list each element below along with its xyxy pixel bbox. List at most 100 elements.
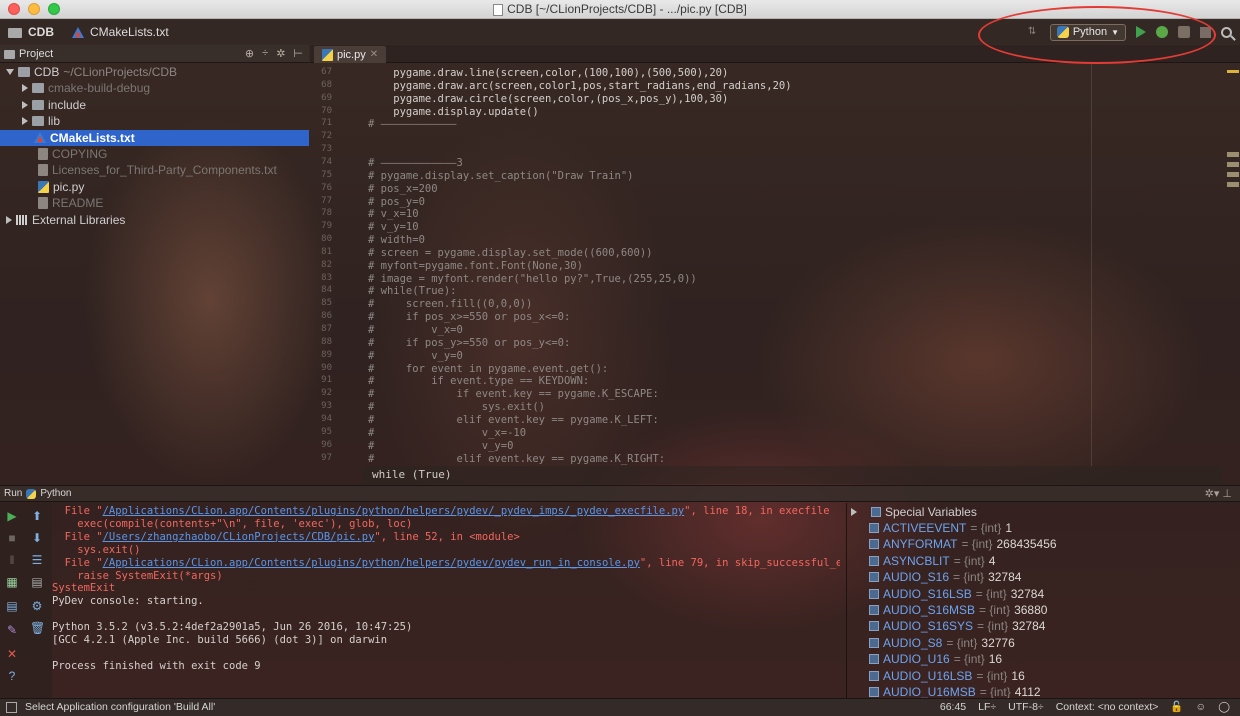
code-line[interactable]: # myfont=pygame.font.Font(None,30): [368, 260, 583, 272]
inspector-icon[interactable]: ☺: [1196, 699, 1207, 716]
error-stripe-mark[interactable]: [1227, 70, 1239, 73]
code-line[interactable]: # v_x=10: [368, 208, 419, 220]
variable-row[interactable]: AUDIO_S16MSB = {int} 36880: [869, 602, 1047, 618]
collapsed-arrow-icon[interactable]: [22, 117, 28, 126]
stop-button[interactable]: [1200, 26, 1211, 38]
caret-position[interactable]: 66:45: [940, 699, 966, 716]
maximize-window-button[interactable]: [48, 3, 60, 15]
build-icon[interactable]: ⇅: [1028, 26, 1040, 38]
lock-icon[interactable]: 🔓: [1170, 699, 1183, 716]
code-line[interactable]: pygame.draw.circle(screen,color,(pos_x,p…: [368, 93, 728, 105]
tree-item[interactable]: cmake-build-debug: [22, 80, 150, 96]
print-icon[interactable]: ▤: [30, 575, 44, 589]
collapsed-arrow-icon[interactable]: [6, 215, 12, 224]
hide-panel-icon[interactable]: ⊢: [293, 47, 303, 60]
pin-icon[interactable]: ✎: [5, 623, 19, 637]
code-line[interactable]: # image = myfont.render("hello py?",True…: [368, 273, 697, 285]
code-line[interactable]: # ————————————: [368, 118, 457, 130]
project-panel-title[interactable]: Project: [19, 48, 53, 60]
code-line[interactable]: # v_y=0: [368, 350, 463, 362]
code-line[interactable]: # sys.exit(): [368, 401, 545, 413]
sync-icon[interactable]: ⊕: [245, 47, 254, 60]
context-selector[interactable]: Context: <no context>: [1056, 699, 1159, 716]
run-configuration-select[interactable]: Python ▼: [1049, 23, 1126, 41]
variable-row[interactable]: AUDIO_U16LSB = {int} 16: [869, 668, 1025, 684]
code-line[interactable]: # pos_y=0: [368, 196, 425, 208]
file-link[interactable]: /Applications/CLion.app/Contents/plugins…: [103, 557, 640, 569]
collapsed-arrow-icon[interactable]: [22, 84, 28, 93]
nav-file[interactable]: CMakeLists.txt: [90, 25, 169, 39]
scroll-up-icon[interactable]: ⬆: [30, 509, 44, 523]
tree-item[interactable]: CDB ~/CLionProjects/CDB: [6, 64, 177, 80]
code-line[interactable]: pygame.draw.arc(screen,color1,pos,start_…: [368, 80, 791, 92]
code-line[interactable]: # for event in pygame.event.get():: [368, 363, 608, 375]
nav-project[interactable]: CDB: [28, 25, 54, 39]
code-line[interactable]: # v_x=0: [368, 324, 463, 336]
code-line[interactable]: # v_y=0: [368, 440, 513, 452]
code-line[interactable]: # v_y=10: [368, 221, 419, 233]
code-line[interactable]: # while(True):: [368, 285, 457, 297]
search-icon[interactable]: [1221, 26, 1232, 38]
variable-row[interactable]: ANYFORMAT = {int} 268435456: [869, 536, 1057, 552]
stop-icon[interactable]: ■: [5, 531, 19, 545]
rerun-icon[interactable]: ▶: [5, 509, 19, 523]
variable-row[interactable]: AUDIO_S16 = {int} 32784: [869, 569, 1021, 585]
variable-row[interactable]: AUDIO_S8 = {int} 32776: [869, 635, 1015, 651]
tree-item[interactable]: COPYING: [22, 146, 107, 162]
file-encoding[interactable]: UTF-8÷: [1008, 699, 1044, 716]
tree-item[interactable]: lib: [22, 113, 60, 129]
settings-icon[interactable]: ⚙: [30, 599, 44, 613]
line-separator[interactable]: LF÷: [978, 699, 996, 716]
trash-icon[interactable]: 🗑: [30, 621, 45, 635]
run-with-coverage-button[interactable]: [1178, 26, 1190, 38]
code-breadcrumb[interactable]: while (True): [362, 466, 1222, 484]
tree-item[interactable]: include: [22, 97, 86, 113]
collapsed-arrow-icon[interactable]: [851, 508, 857, 516]
variable-row[interactable]: ASYNCBLIT = {int} 4: [869, 553, 995, 569]
debug-button[interactable]: [1156, 26, 1168, 38]
close-icon[interactable]: ✕: [5, 647, 19, 661]
gear-icon[interactable]: ✲▾ ⊥: [1205, 487, 1232, 500]
code-line[interactable]: # ————————————3: [368, 157, 463, 169]
pause-icon[interactable]: ‖: [5, 553, 19, 567]
variable-row[interactable]: AUDIO_S16SYS = {int} 32784: [869, 618, 1045, 634]
event-log-icon[interactable]: ◯: [1218, 699, 1230, 716]
code-line[interactable]: # if pos_x>=550 or pos_x<=0:: [368, 311, 570, 323]
editor-scrollbar[interactable]: [1227, 64, 1239, 474]
close-window-button[interactable]: [8, 3, 20, 15]
soft-wrap-icon[interactable]: ☰: [30, 553, 44, 567]
variables-group[interactable]: Special Variables: [851, 504, 977, 520]
file-link[interactable]: /Applications/CLion.app/Contents/plugins…: [103, 505, 685, 517]
scroll-down-icon[interactable]: ⬇: [30, 531, 44, 545]
collapse-icon[interactable]: ÷: [262, 47, 268, 60]
code-line[interactable]: # elif event.key == pygame.K_LEFT:: [368, 414, 659, 426]
show-variables-icon[interactable]: ▦: [5, 575, 19, 589]
file-link[interactable]: /Users/zhangzhaobo/CLionProjects/CDB/pic…: [103, 531, 375, 543]
tree-item[interactable]: README: [22, 195, 103, 211]
run-button[interactable]: [1136, 26, 1146, 38]
tab-pic-py[interactable]: pic.py ✕: [314, 46, 387, 63]
console-output[interactable]: File "/Applications/CLion.app/Contents/p…: [52, 503, 840, 698]
console-history-icon[interactable]: ▤: [5, 599, 19, 613]
tree-item[interactable]: External Libraries: [6, 212, 125, 228]
collapsed-arrow-icon[interactable]: [22, 100, 28, 109]
tree-item[interactable]: CMakeLists.txt: [0, 129, 309, 146]
run-panel-config[interactable]: Python: [40, 488, 71, 499]
tree-item[interactable]: Licenses_for_Third-Party_Components.txt: [22, 162, 277, 178]
code-line[interactable]: # elif event.key == pygame.K_RIGHT:: [368, 453, 665, 465]
gear-icon[interactable]: ✲: [276, 47, 285, 60]
variable-row[interactable]: AUDIO_U16MSB = {int} 4112: [869, 684, 1041, 698]
code-line[interactable]: # pygame.display.set_caption("Draw Train…: [368, 170, 634, 182]
code-editor[interactable]: pygame.draw.line(screen,color,(100,100),…: [362, 64, 1222, 466]
code-line[interactable]: # screen = pygame.display.set_mode((600,…: [368, 247, 652, 259]
close-tab-icon[interactable]: ✕: [370, 49, 378, 60]
code-line[interactable]: # screen.fill((0,0,0)): [368, 298, 532, 310]
variable-row[interactable]: AUDIO_S16LSB = {int} 32784: [869, 586, 1044, 602]
code-line[interactable]: # width=0: [368, 234, 425, 246]
error-stripe-mark[interactable]: [1227, 152, 1239, 157]
code-line[interactable]: pygame.display.update(): [368, 106, 538, 118]
code-line[interactable]: # if event.key == pygame.K_ESCAPE:: [368, 388, 659, 400]
error-stripe-mark[interactable]: [1227, 162, 1239, 167]
code-line[interactable]: pygame.draw.line(screen,color,(100,100),…: [368, 67, 728, 79]
error-stripe-mark[interactable]: [1227, 172, 1239, 177]
